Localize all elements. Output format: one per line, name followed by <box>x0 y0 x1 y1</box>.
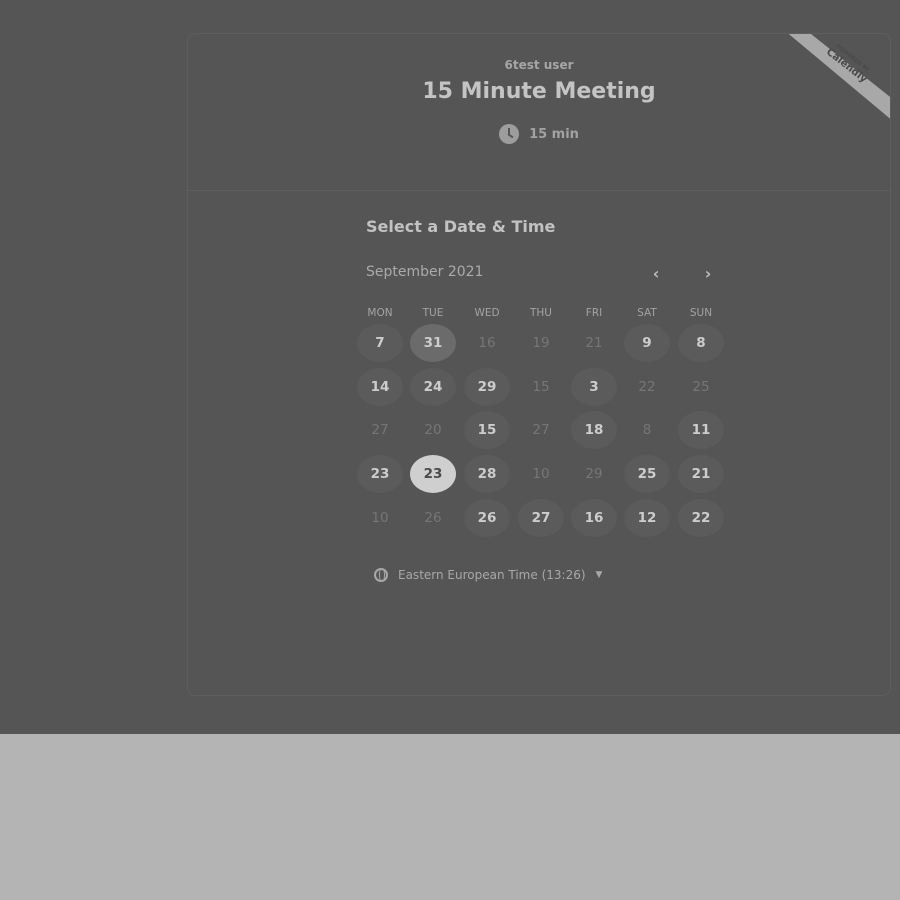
calendar-day-available[interactable]: 31 <box>410 324 456 362</box>
timezone-selector[interactable]: Eastern European Time (13:26) ▼ <box>374 568 602 582</box>
weekday-label-sun: SUN <box>689 307 713 319</box>
month-label: September 2021 <box>366 264 484 280</box>
calendar-day-available[interactable]: 8 <box>678 324 724 362</box>
calendar-day-available[interactable]: 28 <box>464 455 510 493</box>
chevron-right-icon: › <box>704 263 712 283</box>
calendar-day-available[interactable]: 9 <box>624 324 670 362</box>
weekday-label-fri: FRI <box>585 307 603 319</box>
calendar-day-available[interactable]: 23 <box>357 455 403 493</box>
weekday-label-wed: WED <box>474 307 500 319</box>
calendar-day-available[interactable]: 24 <box>410 368 456 406</box>
calendar-day-available[interactable]: 16 <box>571 499 617 537</box>
next-month-button[interactable]: › <box>695 260 721 286</box>
calendar-day-unavailable: 15 <box>532 379 550 395</box>
globe-icon <box>374 568 388 582</box>
calendar-day-available[interactable]: 21 <box>678 455 724 493</box>
weekday-label-tue: TUE <box>422 307 444 319</box>
calendar-day-unavailable: 10 <box>371 510 389 526</box>
calendar-day-unavailable: 27 <box>371 422 389 438</box>
calendar-day-selected[interactable]: 23 <box>410 455 456 493</box>
calendar-day-available[interactable]: 7 <box>357 324 403 362</box>
calendar-day-unavailable: 26 <box>424 510 442 526</box>
calendar-day-available[interactable]: 26 <box>464 499 510 537</box>
weekday-label-sat: SAT <box>637 307 657 319</box>
calendar-day-available[interactable]: 18 <box>571 411 617 449</box>
caret-down-icon: ▼ <box>595 570 603 580</box>
section-title: Select a Date & Time <box>366 217 556 236</box>
weekday-label-mon: MON <box>367 307 393 319</box>
calendar-day-available[interactable]: 12 <box>624 499 670 537</box>
calendar-day-available[interactable]: 29 <box>464 368 510 406</box>
calendar-day-available[interactable]: 14 <box>357 368 403 406</box>
calendar-day-unavailable: 22 <box>638 379 656 395</box>
calendar-day-unavailable: 21 <box>585 335 603 351</box>
calendar-day-available[interactable]: 25 <box>624 455 670 493</box>
calendar-day-unavailable: 25 <box>692 379 710 395</box>
calendar-day-unavailable: 27 <box>532 422 550 438</box>
event-duration: 15 min <box>188 124 890 144</box>
calendar-day-available[interactable]: 3 <box>571 368 617 406</box>
calendar-day-available[interactable]: 22 <box>678 499 724 537</box>
previous-month-button[interactable]: ‹ <box>643 260 669 286</box>
calendar-day-unavailable: 8 <box>642 422 652 438</box>
weekday-label-thu: THU <box>530 307 552 319</box>
calendar-day-available[interactable]: 11 <box>678 411 724 449</box>
booking-card: 6test user 15 Minute Meeting 15 min POWE… <box>187 33 891 696</box>
chevron-left-icon: ‹ <box>652 263 660 283</box>
calendar-day-unavailable: 16 <box>478 335 496 351</box>
duration-label: 15 min <box>529 126 579 142</box>
powered-by-calendly-ribbon[interactable]: POWERED BY Calendly <box>784 34 890 122</box>
calendar-day-unavailable: 29 <box>585 466 603 482</box>
timezone-label: Eastern European Time (13:26) <box>398 568 586 582</box>
calendar-day-available[interactable]: 15 <box>464 411 510 449</box>
calendar-day-unavailable: 19 <box>532 335 550 351</box>
calendar-day-unavailable: 10 <box>532 466 550 482</box>
calendar-day-unavailable: 20 <box>424 422 442 438</box>
calendar-day-available[interactable]: 27 <box>518 499 564 537</box>
clock-icon <box>499 124 520 144</box>
